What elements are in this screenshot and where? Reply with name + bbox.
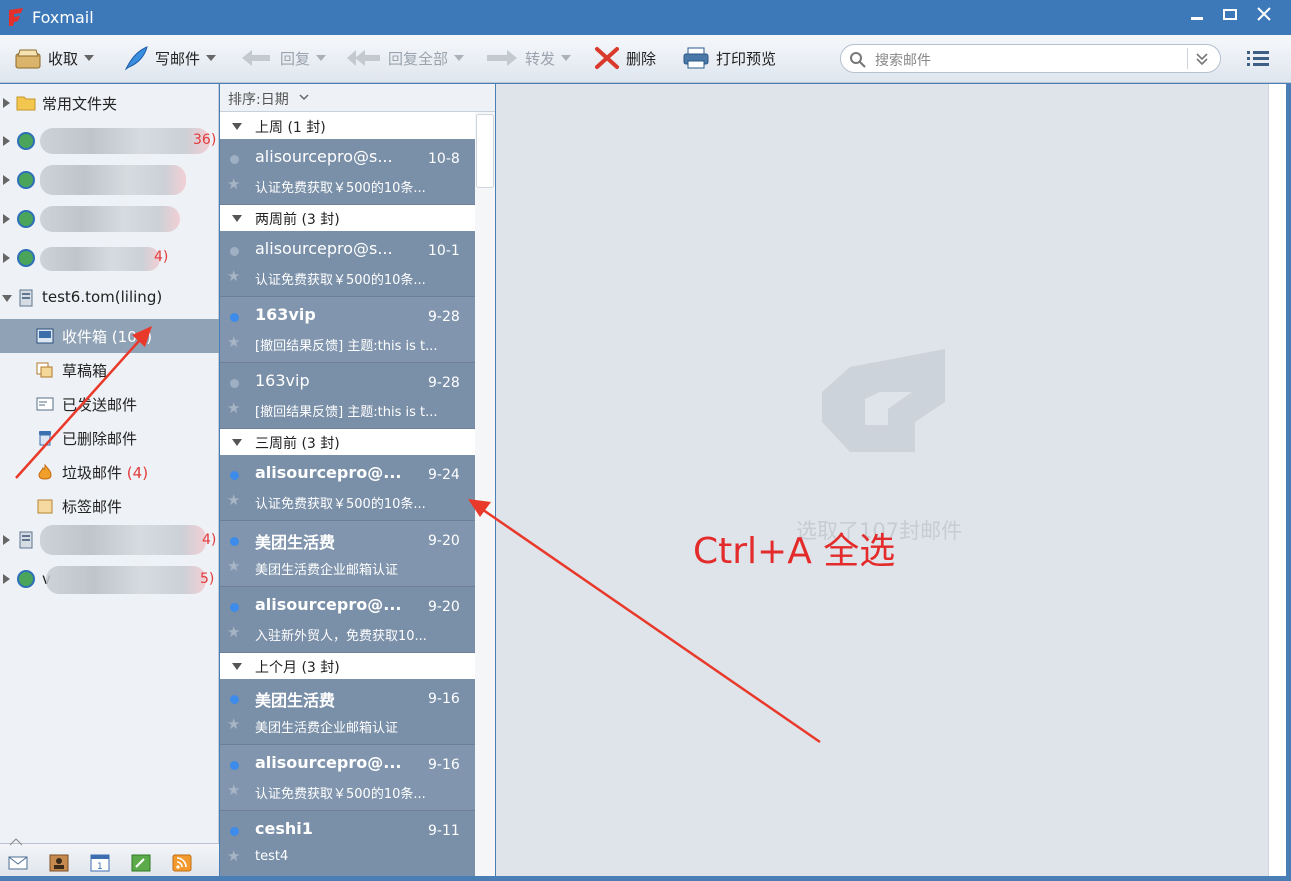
annotation-label: Ctrl+A 全选 [693, 531, 896, 572]
arrow-to-inbox [15, 326, 152, 479]
annotation-arrows [15, 326, 821, 744]
